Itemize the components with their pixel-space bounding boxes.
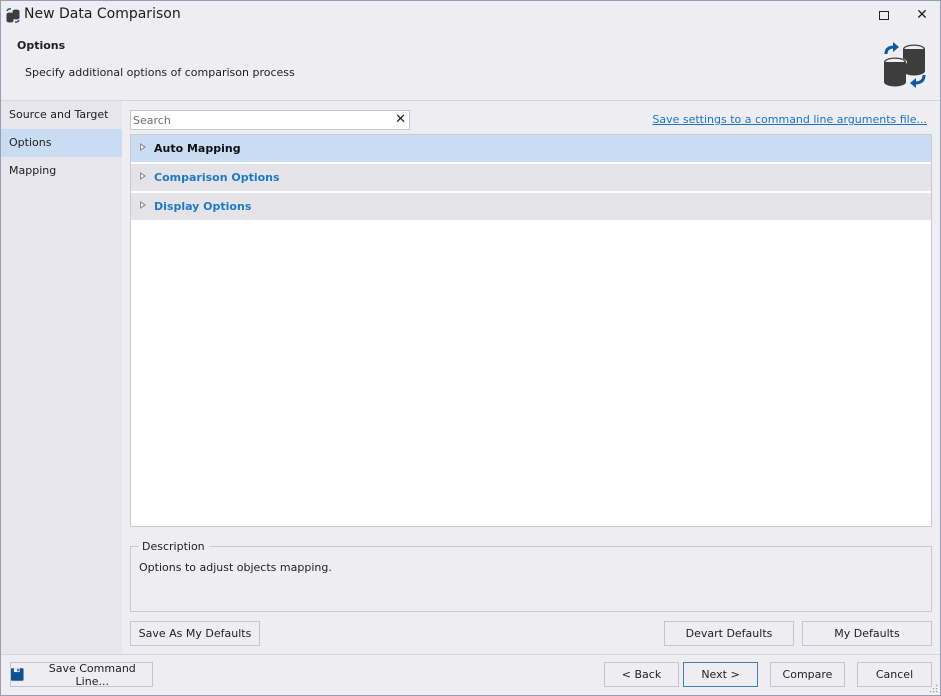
wizard-sidebar: Source and Target Options Mapping	[1, 101, 122, 654]
new-data-comparison-window: New Data Comparison ✕ Options Specify ad…	[0, 0, 941, 696]
save-settings-link[interactable]: Save settings to a command line argument…	[652, 113, 927, 126]
save-command-line-label: Save Command Line...	[48, 661, 136, 688]
clear-search-icon[interactable]: ✕	[395, 112, 406, 128]
expand-arrow-icon[interactable]	[140, 201, 146, 209]
sidebar-item-options[interactable]: Options	[1, 129, 122, 157]
window-title: New Data Comparison	[24, 6, 181, 22]
devart-defaults-button[interactable]: Devart Defaults	[664, 621, 794, 646]
search-box: ✕	[130, 110, 410, 130]
option-group-comparison-options[interactable]: Comparison Options	[131, 164, 931, 192]
next-button[interactable]: Next >	[683, 662, 758, 687]
description-text: Options to adjust objects mapping.	[139, 561, 332, 574]
save-as-my-defaults-button[interactable]: Save As My Defaults	[130, 621, 260, 646]
maximize-button[interactable]	[873, 5, 895, 25]
title-bar: New Data Comparison ✕	[1, 1, 940, 29]
page-title: Options	[17, 39, 66, 52]
description-legend: Description	[138, 540, 209, 553]
option-group-label: Display Options	[154, 200, 252, 213]
database-compare-icon	[6, 8, 20, 23]
header-divider	[1, 100, 940, 101]
description-group: Description Options to adjust objects ma…	[130, 540, 932, 612]
back-button[interactable]: < Back	[604, 662, 679, 687]
option-group-auto-mapping[interactable]: Auto Mapping	[131, 135, 931, 163]
close-button[interactable]: ✕	[911, 5, 933, 25]
resize-grip-icon[interactable]	[930, 685, 938, 693]
page-subtitle: Specify additional options of comparison…	[25, 66, 295, 79]
compare-button[interactable]: Compare	[770, 662, 845, 687]
sidebar-item-mapping[interactable]: Mapping	[1, 157, 122, 185]
option-group-display-options[interactable]: Display Options	[131, 193, 931, 221]
cancel-button[interactable]: Cancel	[857, 662, 932, 687]
options-tree: Auto Mapping Comparison Options Display …	[130, 134, 932, 527]
option-group-label: Auto Mapping	[154, 142, 241, 155]
expand-arrow-icon[interactable]	[140, 172, 146, 180]
maximize-icon	[879, 10, 889, 20]
expand-arrow-icon[interactable]	[140, 143, 146, 151]
search-input[interactable]	[133, 112, 388, 128]
database-sync-icon	[883, 42, 926, 88]
close-icon: ✕	[916, 7, 928, 23]
my-defaults-button[interactable]: My Defaults	[802, 621, 932, 646]
save-floppy-icon	[11, 668, 24, 681]
save-command-line-button[interactable]: Save Command Line...	[10, 661, 153, 688]
footer-divider	[1, 654, 940, 655]
option-group-label: Comparison Options	[154, 171, 280, 184]
sidebar-item-source-and-target[interactable]: Source and Target	[1, 101, 122, 129]
